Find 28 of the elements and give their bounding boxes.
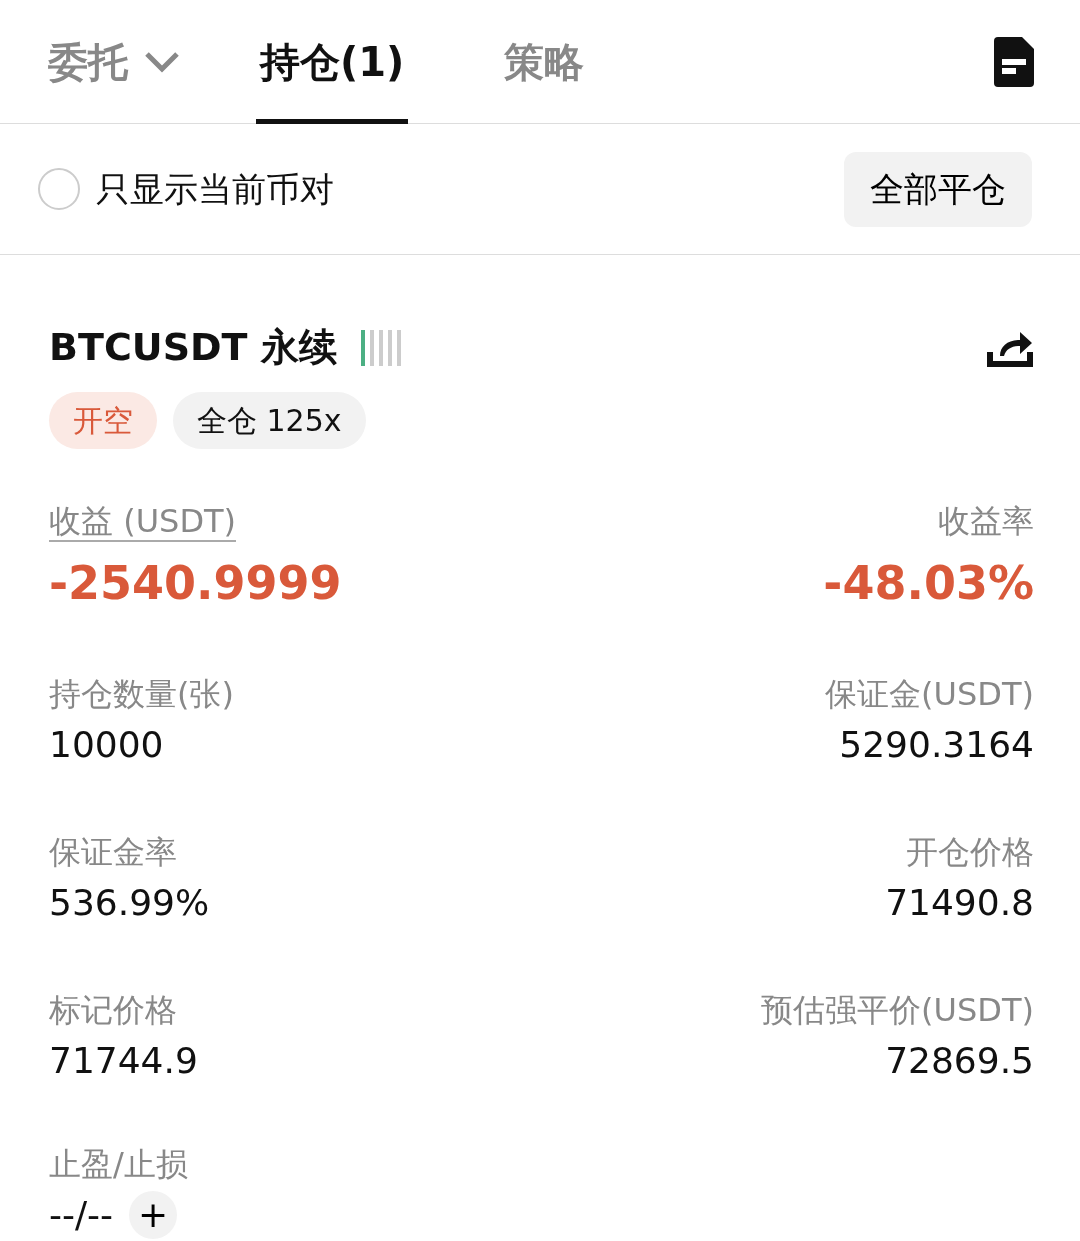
checkbox-label[interactable]: 只显示当前币对 [96, 163, 334, 215]
tab[interactable]: 委托 [48, 0, 180, 124]
tag: 全仓 125x [173, 392, 366, 449]
field-value: 71490.8 [885, 881, 1034, 925]
close-all-button[interactable]: 全部平仓 [844, 151, 1032, 227]
document-icon[interactable] [994, 36, 1034, 87]
tpsl-label: 止盈/止损 [49, 1144, 189, 1185]
field-label: 持仓数量(张) [49, 674, 234, 715]
roi-value: -48.03% [823, 555, 1034, 612]
field-value: 10000 [49, 723, 165, 767]
field-label: 标记价格 [49, 990, 178, 1031]
symbol-title: BTCUSDT 永续 [49, 324, 337, 371]
field-label: 保证金率 [49, 832, 178, 873]
field-label: 预估强平价(USDT) [761, 990, 1034, 1031]
field-value: 71744.9 [49, 1039, 198, 1083]
pnl-label: 收益 (USDT) [49, 502, 237, 542]
tag: 开空 [49, 392, 157, 449]
field-value: 5290.3164 [838, 723, 1034, 767]
field-value: 72869.5 [884, 1039, 1034, 1083]
tpsl-value: --/-- [49, 1193, 114, 1237]
roi-label: 收益率 [937, 501, 1034, 542]
add-button[interactable]: + [129, 1191, 178, 1239]
field-label: 开仓价格 [905, 832, 1034, 873]
field-value: 536.99% [49, 881, 210, 925]
checkbox[interactable] [38, 168, 80, 210]
pnl-value: -2540.9999 [49, 555, 342, 612]
tab[interactable]: 策略 [504, 0, 585, 124]
field-label: 保证金(USDT) [825, 674, 1034, 715]
